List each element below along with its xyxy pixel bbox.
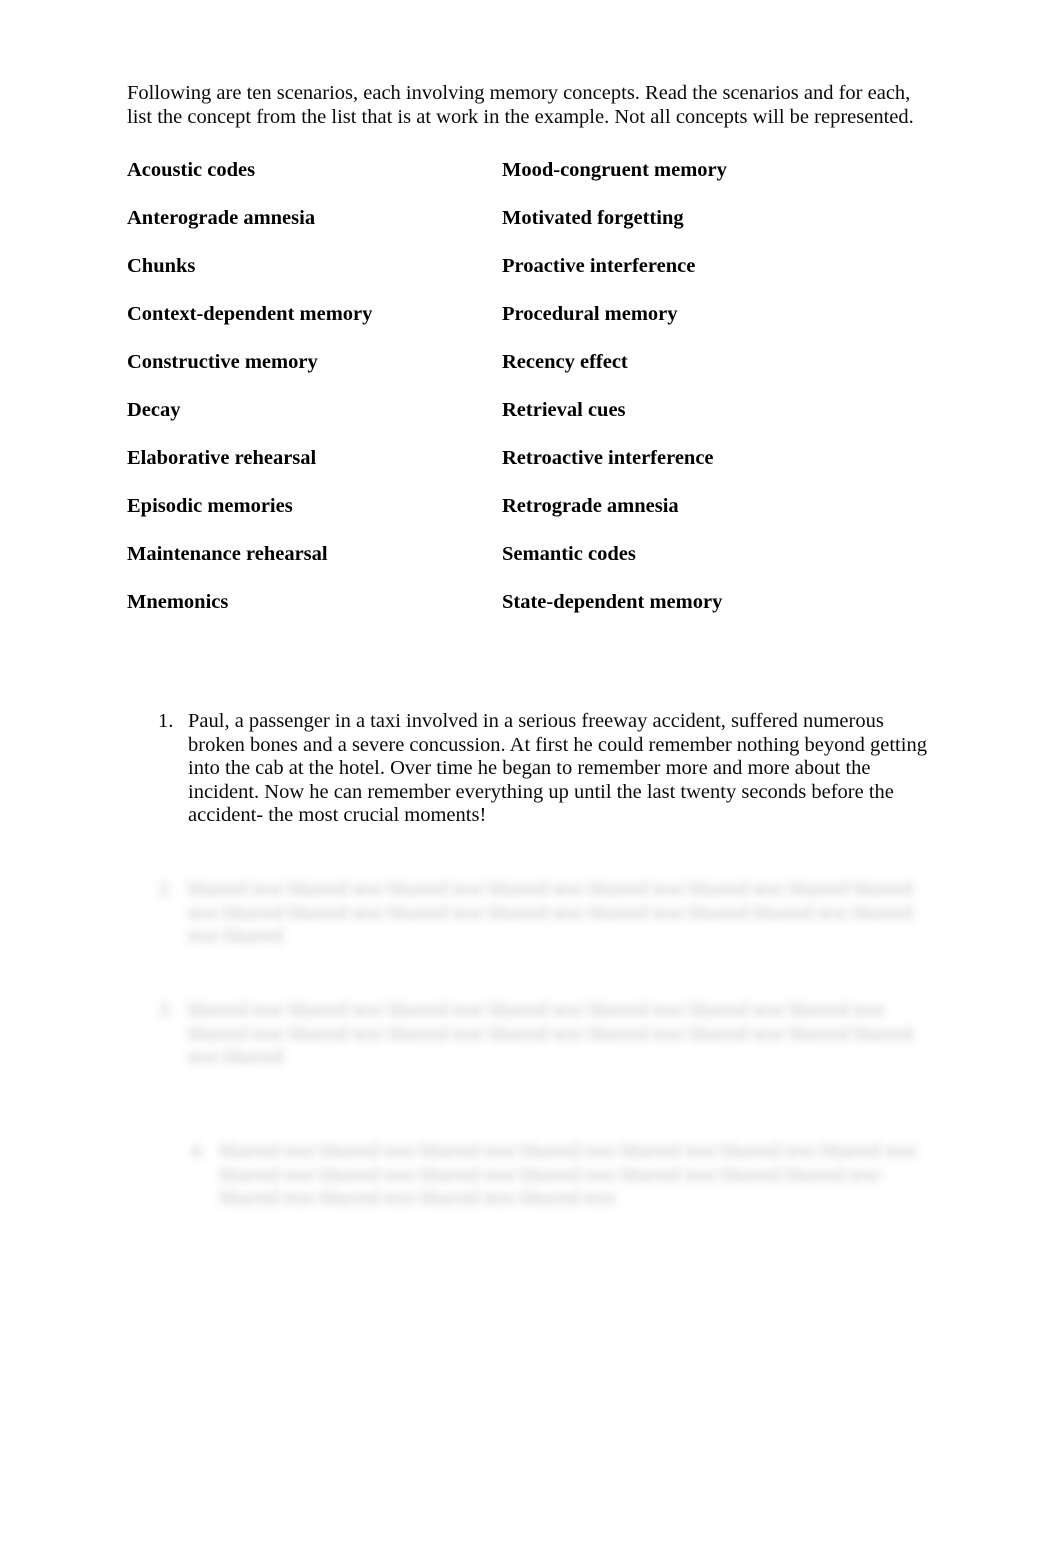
scenario-list: 1. Paul, a passenger in a taxi involved … xyxy=(0,0,1062,1556)
scenario-text: Paul, a passenger in a taxi involved in … xyxy=(188,710,927,826)
document-page: Following are ten scenarios, each involv… xyxy=(0,0,1062,1556)
scenario-number: 3. xyxy=(158,999,174,1021)
scenario-item-obscured: 2. blurred text blurred text blurred tex… xyxy=(158,878,948,949)
scenario-item-obscured: 4. blurred text blurred text blurred tex… xyxy=(190,1140,950,1211)
scenario-number: 1. xyxy=(158,710,174,732)
scenario-text: blurred text blurred text blurred text b… xyxy=(188,999,913,1068)
scenario-item: 1. Paul, a passenger in a taxi involved … xyxy=(158,710,948,828)
scenario-text: blurred text blurred text blurred text b… xyxy=(188,878,913,947)
scenario-item-obscured: 3. blurred text blurred text blurred tex… xyxy=(158,999,948,1070)
scenario-text: blurred text blurred text blurred text b… xyxy=(220,1140,917,1209)
scenario-number: 2. xyxy=(158,878,174,900)
scenario-number: 4. xyxy=(190,1140,206,1162)
